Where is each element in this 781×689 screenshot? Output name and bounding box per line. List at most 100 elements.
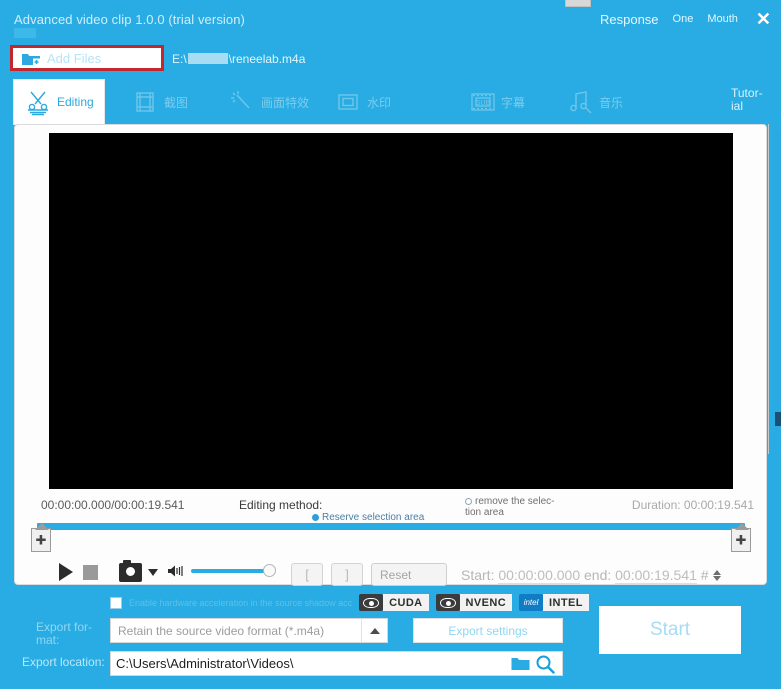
radio-remove-selection[interactable]: remove the selec- tion area <box>465 496 565 518</box>
stop-icon[interactable] <box>83 565 98 580</box>
duration-label: Duration: 00:00:19.541 <box>632 498 754 512</box>
export-format-label: Export for- mat: <box>36 621 102 647</box>
snapshot-controls <box>119 563 158 582</box>
gpu-nvenc-label: NVENC <box>460 594 513 611</box>
file-path-redaction <box>188 53 228 64</box>
mouth-link[interactable]: Mouth <box>707 13 738 25</box>
titlebar-actions: Response One Mouth ✕ <box>600 10 775 28</box>
editor-panel: 00:00:00.000/00:00:19.541 Editing method… <box>14 124 767 585</box>
add-files-row: Add Files E:\\reneelab.m4a Tutor- ial <box>0 42 781 80</box>
volume-knob[interactable] <box>263 564 276 577</box>
search-icon[interactable] <box>535 654 555 674</box>
panel-edge-line <box>768 124 769 454</box>
app-title: Advanced video clip 1.0.0 (trial version… <box>14 12 245 27</box>
radio-dot-icon <box>312 514 319 521</box>
hash-icon: # <box>701 567 709 583</box>
video-preview[interactable] <box>49 133 733 489</box>
add-folder-icon <box>21 50 41 67</box>
export-format-select[interactable]: Retain the source video format (*.m4a) <box>110 618 388 643</box>
volume-slider[interactable] <box>191 564 275 578</box>
nvidia-badge-icon <box>359 594 383 611</box>
mark-buttons: [ ] <box>291 563 363 586</box>
play-icon[interactable] <box>59 563 73 581</box>
intel-badge-icon: intel <box>519 594 543 611</box>
radio-reserve-selection[interactable]: Reserve selection area <box>312 512 424 523</box>
start-label: Start: <box>461 567 494 583</box>
mark-out-button[interactable]: ] <box>331 563 363 586</box>
tab-effects-label: 画面特效 <box>261 94 309 111</box>
end-value[interactable]: 00:00:19.541 <box>615 567 697 584</box>
add-files-button[interactable]: Add Files <box>13 48 161 68</box>
start-button[interactable]: Start <box>599 606 741 654</box>
start-value[interactable]: 00:00:00.000 <box>498 567 580 584</box>
current-file-path: E:\\reneelab.m4a <box>172 52 305 66</box>
format-dropdown-arrow[interactable] <box>361 619 387 642</box>
export-location-label: Export location: <box>22 655 105 669</box>
tab-strip: Editing 截图 <box>0 80 781 124</box>
playback-time: 00:00:00.000/00:00:19.541 <box>41 498 184 512</box>
tab-editing-label: Editing <box>57 95 94 109</box>
transport-controls <box>59 563 98 581</box>
time-stepper[interactable] <box>713 570 721 581</box>
tab-music-label: 音乐 <box>599 94 623 111</box>
stepper-up-icon[interactable] <box>713 570 721 575</box>
gpu-cuda[interactable]: CUDA <box>359 594 428 611</box>
close-icon[interactable]: ✕ <box>752 10 775 28</box>
chevron-down-icon[interactable] <box>148 569 158 576</box>
speaker-icon[interactable] <box>167 563 184 579</box>
move-cross-icon: ✚ <box>736 534 747 547</box>
right-edge-strip <box>775 132 781 432</box>
reset-button-label: Reset <box>371 563 447 586</box>
one-link[interactable]: One <box>673 13 694 25</box>
timeline[interactable]: ✚ ✚ <box>37 523 745 557</box>
timeline-handle-start[interactable]: ✚ <box>31 528 51 552</box>
svg-text:SUB: SUB <box>476 100 491 107</box>
scissors-icon <box>24 88 52 116</box>
mark-in-button[interactable]: [ <box>291 563 323 586</box>
reset-button[interactable]: Reset <box>371 563 447 586</box>
title-redaction-block <box>14 28 36 38</box>
tab-watermark[interactable]: 水印 <box>334 80 391 124</box>
right-edge-marker <box>775 412 781 426</box>
hardware-accel-row: Enable hardware acceleration in the sour… <box>110 594 589 611</box>
range-readout: Start: 00:00:00.000 end: 00:00:19.541 # <box>461 567 721 583</box>
film-icon <box>131 88 159 116</box>
gpu-intel[interactable]: intel INTEL <box>519 594 589 611</box>
camera-icon[interactable] <box>119 563 142 582</box>
editing-method-label: Editing method: <box>239 498 322 512</box>
gpu-intel-label: INTEL <box>543 594 589 611</box>
radio-remove-label: remove the selec- tion area <box>465 496 554 518</box>
frame-icon <box>334 88 362 116</box>
magic-wand-icon <box>228 88 256 116</box>
end-label: end: <box>584 567 611 583</box>
tab-screenshot[interactable]: 截图 <box>131 80 188 124</box>
volume-control <box>167 563 275 579</box>
folder-icon[interactable] <box>511 656 530 671</box>
response-link[interactable]: Response <box>600 12 659 27</box>
stepper-down-icon[interactable] <box>713 576 721 581</box>
tab-music[interactable]: 音乐 <box>566 80 623 124</box>
player-info-row: 00:00:00.000/00:00:19.541 Editing method… <box>15 495 768 523</box>
file-path-suffix: \reneelab.m4a <box>229 52 306 66</box>
gpu-nvenc[interactable]: NVENC <box>436 594 513 611</box>
tab-screenshot-label: 截图 <box>164 94 188 111</box>
export-location-value[interactable]: C:\Users\Administrator\Videos\ <box>111 656 511 671</box>
chevron-up-icon <box>370 628 380 634</box>
app-window: Advanced video clip 1.0.0 (trial version… <box>0 0 781 689</box>
timeline-track[interactable] <box>37 523 745 530</box>
export-location-field[interactable]: C:\Users\Administrator\Videos\ <box>110 651 563 676</box>
hardware-accel-checkbox[interactable] <box>110 597 122 609</box>
export-format-value: Retain the source video format (*.m4a) <box>111 624 361 638</box>
tab-effects[interactable]: 画面特效 <box>228 80 309 124</box>
tab-editing[interactable]: Editing <box>14 80 104 124</box>
radio-reserve-label: Reserve selection area <box>322 512 424 523</box>
tab-subtitle[interactable]: SUB 字幕 <box>468 80 525 124</box>
tab-watermark-label: 水印 <box>367 94 391 111</box>
timeline-handle-end[interactable]: ✚ <box>731 528 751 552</box>
export-section: Enable hardware acceleration in the sour… <box>0 588 781 689</box>
hardware-accel-label: Enable hardware acceleration in the sour… <box>129 598 352 608</box>
subtitle-icon: SUB <box>468 88 496 116</box>
export-settings-button[interactable]: Export settings <box>413 618 563 643</box>
gpu-cuda-label: CUDA <box>383 594 428 611</box>
title-bar: Advanced video clip 1.0.0 (trial version… <box>0 0 781 42</box>
